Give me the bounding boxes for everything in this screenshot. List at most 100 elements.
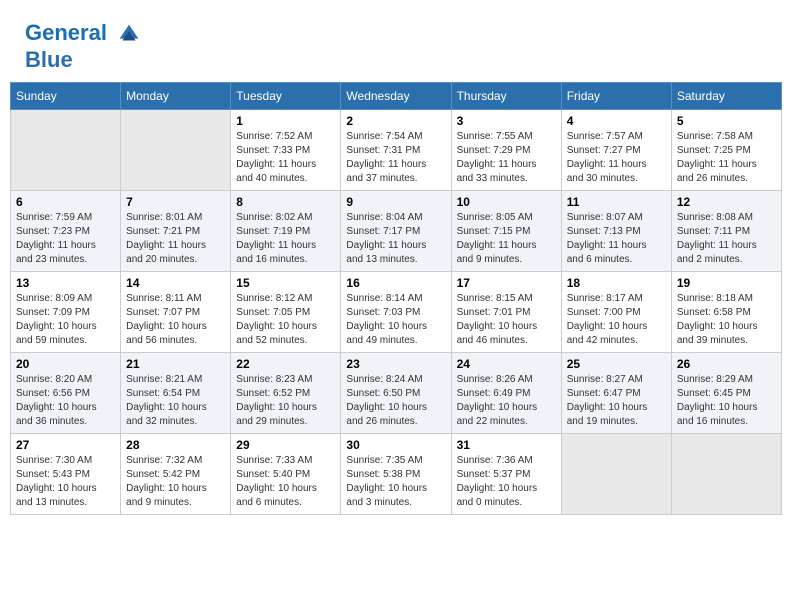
day-number: 15: [236, 276, 335, 290]
calendar-cell: 15 Sunrise: 8:12 AM Sunset: 7:05 PM Dayli…: [231, 272, 341, 353]
day-info: Sunrise: 7:58 AM Sunset: 7:25 PM Dayligh…: [677, 130, 776, 186]
day-info: Sunrise: 8:09 AM Sunset: 7:09 PM Dayligh…: [16, 292, 115, 348]
day-number: 23: [346, 357, 445, 371]
page-header: General Blue: [10, 10, 782, 77]
day-number: 14: [126, 276, 225, 290]
logo-text: General: [25, 20, 143, 48]
day-info: Sunrise: 7:36 AM Sunset: 5:37 PM Dayligh…: [457, 454, 556, 510]
calendar-cell: 6Sunrise: 7:59 AM Sunset: 7:23 PM Daylig…: [11, 191, 121, 272]
day-number: 13: [16, 276, 115, 290]
calendar-week-row: 13 Sunrise: 8:09 AM Sunset: 7:09 PM Dayli…: [11, 272, 782, 353]
day-info: Sunrise: 8:05 AM Sunset: 7:15 PM Dayligh…: [457, 211, 556, 267]
calendar-week-row: 6Sunrise: 7:59 AM Sunset: 7:23 PM Daylig…: [11, 191, 782, 272]
day-info: Sunrise: 8:20 AM Sunset: 6:56 PM Dayligh…: [16, 373, 115, 429]
day-number: 5: [677, 114, 776, 128]
calendar-week-row: 1 Sunrise: 7:52 AM Sunset: 7:33 PM Daylig…: [11, 110, 782, 191]
day-number: 20: [16, 357, 115, 371]
calendar-cell: 5 Sunrise: 7:58 AM Sunset: 7:25 PM Daylig…: [671, 110, 781, 191]
day-number: 16: [346, 276, 445, 290]
logo: General Blue: [25, 20, 143, 72]
calendar-cell: 13 Sunrise: 8:09 AM Sunset: 7:09 PM Dayli…: [11, 272, 121, 353]
day-info: Sunrise: 8:08 AM Sunset: 7:11 PM Dayligh…: [677, 211, 776, 267]
day-info: Sunrise: 7:59 AM Sunset: 7:23 PM Dayligh…: [16, 211, 115, 267]
calendar-header-row: SundayMondayTuesdayWednesdayThursdayFrid…: [11, 83, 782, 110]
day-info: Sunrise: 8:12 AM Sunset: 7:05 PM Dayligh…: [236, 292, 335, 348]
day-number: 29: [236, 438, 335, 452]
day-number: 12: [677, 195, 776, 209]
day-info: Sunrise: 7:30 AM Sunset: 5:43 PM Dayligh…: [16, 454, 115, 510]
calendar-cell: 27 Sunrise: 7:30 AM Sunset: 5:43 PM Dayli…: [11, 434, 121, 515]
day-number: 26: [677, 357, 776, 371]
calendar-cell: 21 Sunrise: 8:21 AM Sunset: 6:54 PM Dayli…: [121, 353, 231, 434]
calendar-cell: 12 Sunrise: 8:08 AM Sunset: 7:11 PM Dayli…: [671, 191, 781, 272]
day-info: Sunrise: 8:24 AM Sunset: 6:50 PM Dayligh…: [346, 373, 445, 429]
day-number: 18: [567, 276, 666, 290]
weekday-header: Thursday: [451, 83, 561, 110]
day-info: Sunrise: 8:21 AM Sunset: 6:54 PM Dayligh…: [126, 373, 225, 429]
day-info: Sunrise: 8:15 AM Sunset: 7:01 PM Dayligh…: [457, 292, 556, 348]
day-info: Sunrise: 8:18 AM Sunset: 6:58 PM Dayligh…: [677, 292, 776, 348]
day-number: 27: [16, 438, 115, 452]
day-number: 9: [346, 195, 445, 209]
day-number: 19: [677, 276, 776, 290]
day-number: 17: [457, 276, 556, 290]
calendar-cell: 31Sunrise: 7:36 AM Sunset: 5:37 PM Dayli…: [451, 434, 561, 515]
calendar-cell: 4 Sunrise: 7:57 AM Sunset: 7:27 PM Daylig…: [561, 110, 671, 191]
calendar-cell: [671, 434, 781, 515]
day-info: Sunrise: 8:14 AM Sunset: 7:03 PM Dayligh…: [346, 292, 445, 348]
day-info: Sunrise: 7:32 AM Sunset: 5:42 PM Dayligh…: [126, 454, 225, 510]
day-info: Sunrise: 8:27 AM Sunset: 6:47 PM Dayligh…: [567, 373, 666, 429]
day-info: Sunrise: 7:35 AM Sunset: 5:38 PM Dayligh…: [346, 454, 445, 510]
day-info: Sunrise: 8:29 AM Sunset: 6:45 PM Dayligh…: [677, 373, 776, 429]
day-number: 21: [126, 357, 225, 371]
day-number: 4: [567, 114, 666, 128]
calendar-cell: [561, 434, 671, 515]
day-info: Sunrise: 7:54 AM Sunset: 7:31 PM Dayligh…: [346, 130, 445, 186]
day-number: 28: [126, 438, 225, 452]
day-info: Sunrise: 7:55 AM Sunset: 7:29 PM Dayligh…: [457, 130, 556, 186]
calendar-cell: 23 Sunrise: 8:24 AM Sunset: 6:50 PM Dayli…: [341, 353, 451, 434]
day-number: 10: [457, 195, 556, 209]
calendar-cell: 19 Sunrise: 8:18 AM Sunset: 6:58 PM Dayli…: [671, 272, 781, 353]
day-number: 11: [567, 195, 666, 209]
calendar-cell: 7 Sunrise: 8:01 AM Sunset: 7:21 PM Daylig…: [121, 191, 231, 272]
day-number: 7: [126, 195, 225, 209]
weekday-header: Wednesday: [341, 83, 451, 110]
calendar-table: SundayMondayTuesdayWednesdayThursdayFrid…: [10, 82, 782, 515]
day-info: Sunrise: 8:01 AM Sunset: 7:21 PM Dayligh…: [126, 211, 225, 267]
calendar-cell: 18 Sunrise: 8:17 AM Sunset: 7:00 PM Dayli…: [561, 272, 671, 353]
day-number: 1: [236, 114, 335, 128]
day-number: 3: [457, 114, 556, 128]
weekday-header: Monday: [121, 83, 231, 110]
calendar-cell: 10 Sunrise: 8:05 AM Sunset: 7:15 PM Dayli…: [451, 191, 561, 272]
calendar-cell: 3 Sunrise: 7:55 AM Sunset: 7:29 PM Daylig…: [451, 110, 561, 191]
calendar-cell: 24Sunrise: 8:26 AM Sunset: 6:49 PM Dayli…: [451, 353, 561, 434]
calendar-cell: 9 Sunrise: 8:04 AM Sunset: 7:17 PM Daylig…: [341, 191, 451, 272]
calendar-cell: [121, 110, 231, 191]
day-info: Sunrise: 8:04 AM Sunset: 7:17 PM Dayligh…: [346, 211, 445, 267]
day-number: 22: [236, 357, 335, 371]
calendar-cell: 20 Sunrise: 8:20 AM Sunset: 6:56 PM Dayli…: [11, 353, 121, 434]
day-info: Sunrise: 7:33 AM Sunset: 5:40 PM Dayligh…: [236, 454, 335, 510]
calendar-cell: 17 Sunrise: 8:15 AM Sunset: 7:01 PM Dayli…: [451, 272, 561, 353]
calendar-cell: 22 Sunrise: 8:23 AM Sunset: 6:52 PM Dayli…: [231, 353, 341, 434]
day-number: 30: [346, 438, 445, 452]
calendar-cell: 8Sunrise: 8:02 AM Sunset: 7:19 PM Daylig…: [231, 191, 341, 272]
day-info: Sunrise: 7:57 AM Sunset: 7:27 PM Dayligh…: [567, 130, 666, 186]
calendar-cell: 2Sunrise: 7:54 AM Sunset: 7:31 PM Daylig…: [341, 110, 451, 191]
day-info: Sunrise: 8:17 AM Sunset: 7:00 PM Dayligh…: [567, 292, 666, 348]
calendar-cell: 25 Sunrise: 8:27 AM Sunset: 6:47 PM Dayli…: [561, 353, 671, 434]
day-info: Sunrise: 8:23 AM Sunset: 6:52 PM Dayligh…: [236, 373, 335, 429]
calendar-cell: 11 Sunrise: 8:07 AM Sunset: 7:13 PM Dayli…: [561, 191, 671, 272]
calendar-cell: [11, 110, 121, 191]
day-number: 25: [567, 357, 666, 371]
weekday-header: Saturday: [671, 83, 781, 110]
weekday-header: Tuesday: [231, 83, 341, 110]
calendar-week-row: 20 Sunrise: 8:20 AM Sunset: 6:56 PM Dayli…: [11, 353, 782, 434]
calendar-cell: 28 Sunrise: 7:32 AM Sunset: 5:42 PM Dayli…: [121, 434, 231, 515]
day-info: Sunrise: 8:07 AM Sunset: 7:13 PM Dayligh…: [567, 211, 666, 267]
weekday-header: Sunday: [11, 83, 121, 110]
calendar-cell: 1 Sunrise: 7:52 AM Sunset: 7:33 PM Daylig…: [231, 110, 341, 191]
day-info: Sunrise: 8:26 AM Sunset: 6:49 PM Dayligh…: [457, 373, 556, 429]
day-info: Sunrise: 7:52 AM Sunset: 7:33 PM Dayligh…: [236, 130, 335, 186]
